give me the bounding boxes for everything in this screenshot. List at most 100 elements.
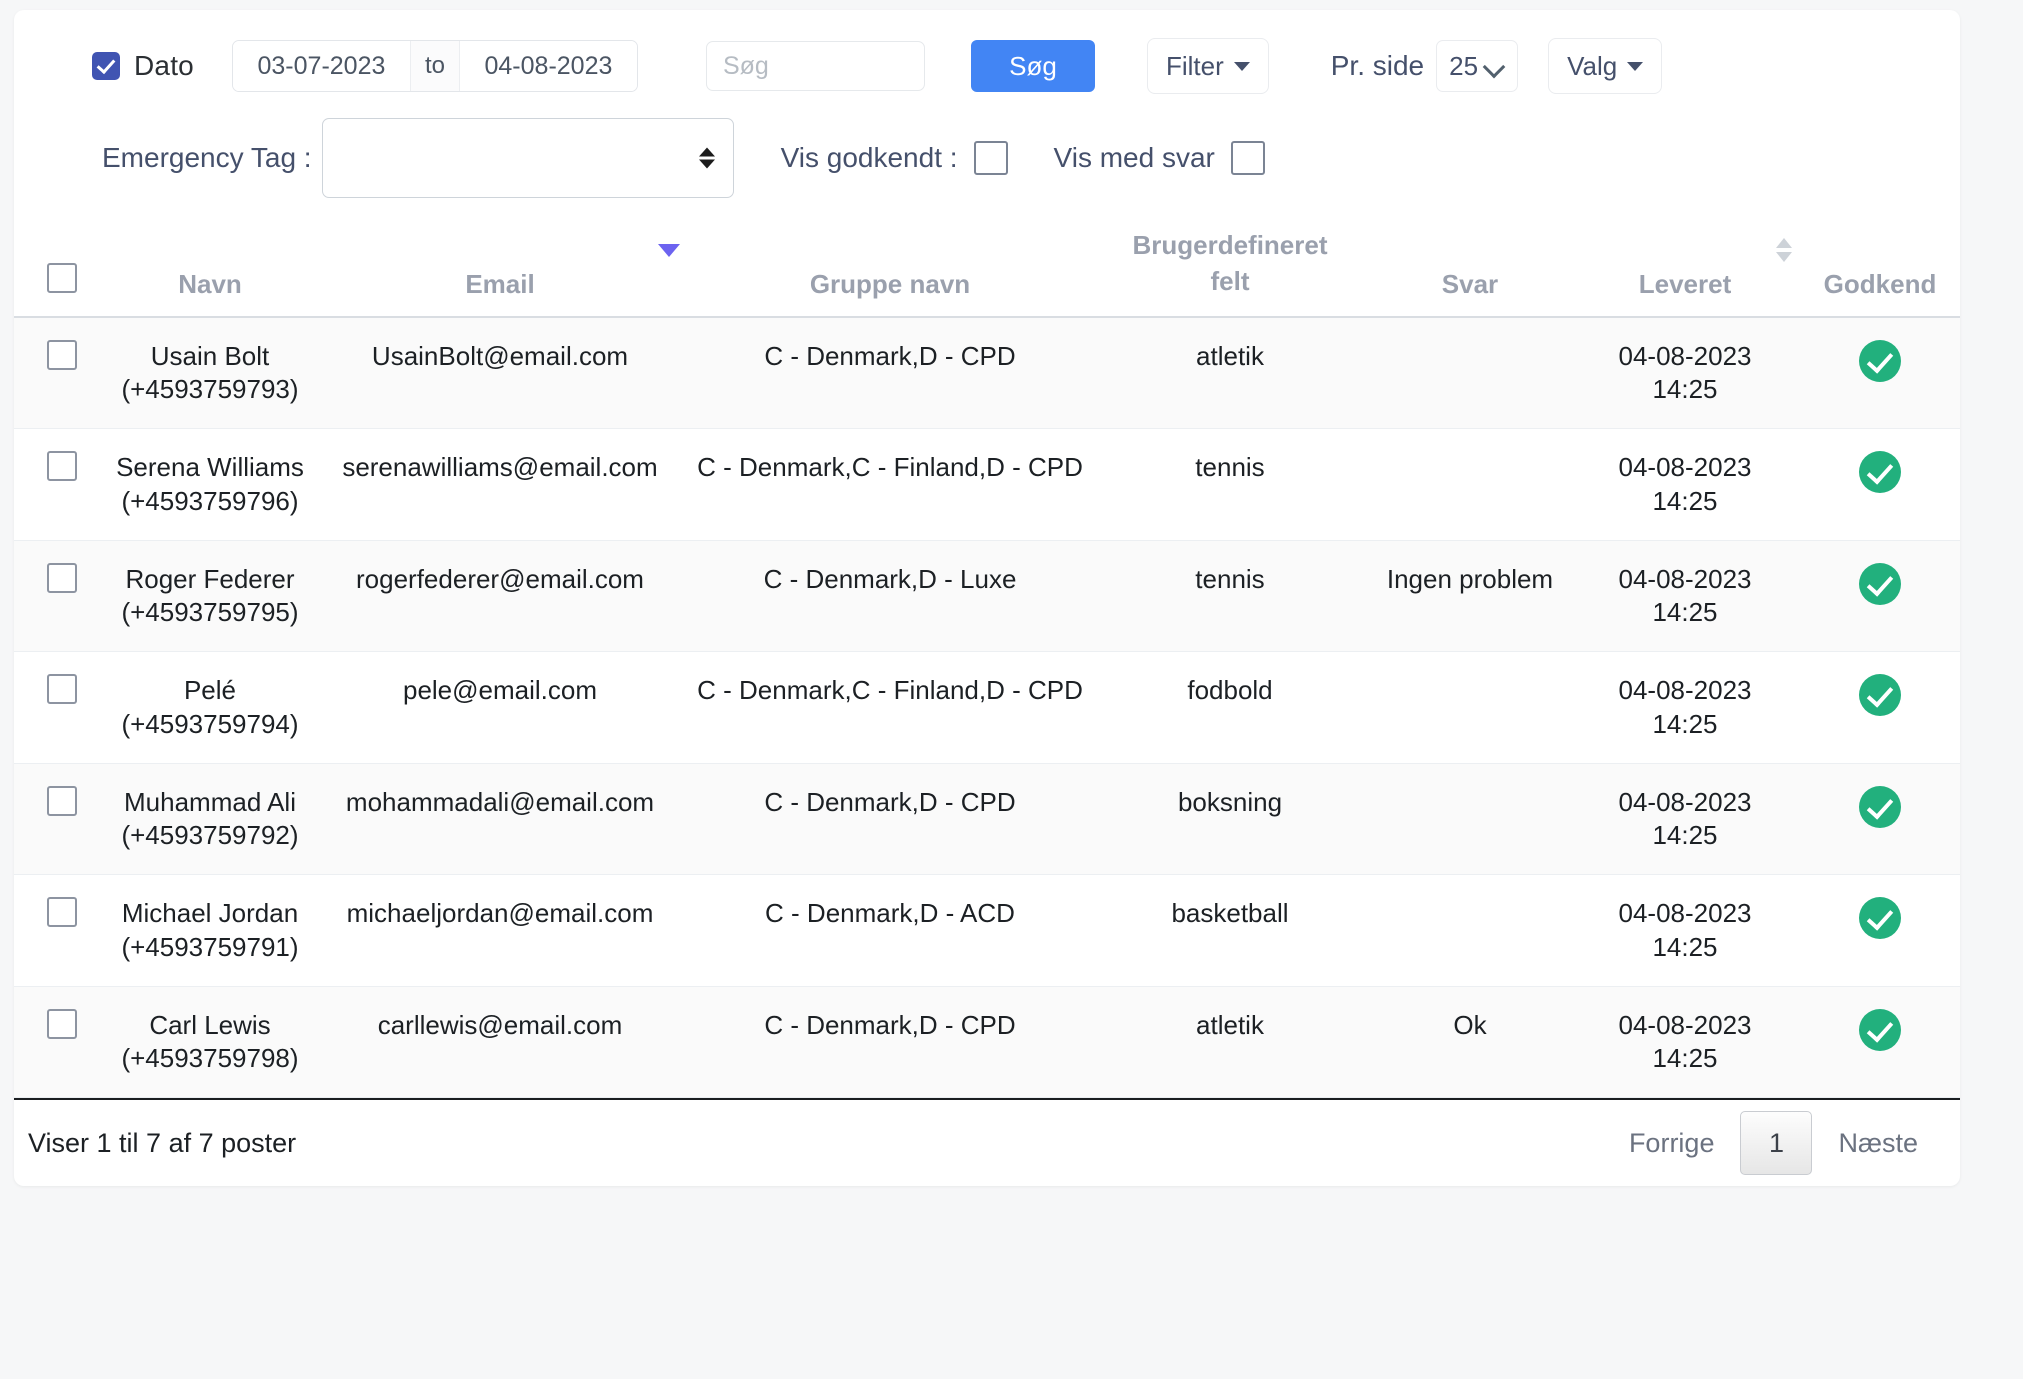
cell-leveret: 04-08-2023 14:25 [1570, 651, 1800, 764]
row-select-checkbox[interactable] [47, 1008, 77, 1039]
cell-navn: Usain Bolt (+4593759793) [110, 316, 310, 430]
select-all-header[interactable] [14, 218, 110, 318]
column-header-bdf-line2: felt [1210, 265, 1250, 296]
column-header-email[interactable]: Email [310, 218, 690, 318]
cell-godkend [1800, 874, 1960, 987]
approved-check-icon[interactable] [1859, 562, 1901, 605]
row-delivered-time: 14:25 [1652, 820, 1718, 851]
search-input[interactable] [705, 41, 925, 91]
cell-navn: Carl Lewis (+4593759798) [110, 986, 310, 1099]
records-card: Dato 03-07-2023 to 04-08-2023 Søg Filter… [14, 10, 1960, 1187]
date-to-input[interactable]: 04-08-2023 [459, 41, 637, 91]
approved-check-icon[interactable] [1859, 674, 1901, 717]
approved-check-icon[interactable] [1859, 897, 1901, 940]
cell-gruppe-navn: C - Denmark,D - CPD [690, 763, 1090, 876]
cell-svar [1370, 316, 1570, 430]
date-range-separator: to [409, 41, 460, 91]
table-body: Usain Bolt (+4593759793) UsainBolt@email.c… [14, 316, 1960, 1099]
row-group: C - Denmark,C - Finland,D - CPD [697, 452, 1083, 483]
cell-leveret: 04-08-2023 14:25 [1570, 540, 1800, 653]
column-header-gruppe-navn[interactable]: Gruppe navn [690, 218, 1090, 318]
row-select-cell [14, 428, 110, 541]
table-row[interactable]: Serena Williams (+4593759796) serenawillia… [14, 428, 1960, 541]
cell-svar: Ingen problem [1370, 540, 1570, 653]
row-select-cell [14, 763, 110, 876]
table-header-row: Navn Email Gruppe navn Brugerdefineret f… [14, 218, 1960, 318]
cell-brugerdefineret-felt: tennis [1090, 428, 1370, 541]
row-phone: (+4593759792) [121, 820, 299, 851]
row-delivered-time: 14:25 [1652, 1043, 1718, 1074]
filter-row-primary: Dato 03-07-2023 to 04-08-2023 Søg Filter… [40, 34, 1934, 98]
row-select-checkbox[interactable] [47, 897, 77, 928]
table-row[interactable]: Usain Bolt (+4593759793) UsainBolt@email.c… [14, 316, 1960, 430]
chevron-down-icon [1233, 61, 1250, 71]
table-row[interactable]: Michael Jordan (+4593759791) michaeljordan… [14, 874, 1960, 987]
column-header-navn[interactable]: Navn [110, 218, 310, 318]
pagination-next[interactable]: Næste [1812, 1128, 1946, 1159]
cell-svar [1370, 428, 1570, 541]
show-with-answer-checkbox[interactable] [1230, 141, 1265, 175]
column-header-svar[interactable]: Svar [1370, 218, 1570, 318]
select-all-checkbox[interactable] [47, 262, 77, 293]
row-group: C - Denmark,D - CPD [764, 340, 1016, 371]
approved-check-icon[interactable] [1859, 1008, 1901, 1051]
table-row[interactable]: Roger Federer (+4593759795) rogerfederer@e… [14, 540, 1960, 653]
row-select-cell [14, 874, 110, 987]
filter-toolbar: Dato 03-07-2023 to 04-08-2023 Søg Filter… [14, 10, 1960, 218]
cell-gruppe-navn: C - Denmark,D - CPD [690, 316, 1090, 430]
row-select-checkbox[interactable] [47, 339, 77, 370]
column-header-brugerdefineret-felt[interactable]: Brugerdefineret felt [1090, 218, 1370, 318]
date-filter-label: Dato [134, 50, 194, 81]
per-page-select[interactable]: 25 [1436, 40, 1519, 92]
row-select-cell [14, 316, 110, 430]
cell-navn: Serena Williams (+4593759796) [110, 428, 310, 541]
row-custom-field: atletik [1196, 340, 1264, 371]
cell-godkend [1800, 540, 1960, 653]
row-select-checkbox[interactable] [47, 451, 77, 482]
emergency-tag-select[interactable] [321, 118, 734, 198]
column-header-leveret-label: Leveret [1638, 268, 1732, 299]
search-button[interactable]: Søg [970, 40, 1095, 92]
row-custom-field: tennis [1195, 452, 1265, 483]
row-delivered-time: 14:25 [1652, 597, 1718, 628]
cell-leveret: 04-08-2023 14:25 [1570, 874, 1800, 987]
cell-navn: Michael Jordan (+4593759791) [110, 874, 310, 987]
show-with-answer-group: Vis med svar [1054, 141, 1265, 175]
sort-descending-icon [658, 244, 680, 257]
table-row[interactable]: Carl Lewis (+4593759798) carllewis@email.c… [14, 986, 1960, 1099]
row-delivered-date: 04-08-2023 [1618, 452, 1752, 483]
approved-check-icon[interactable] [1859, 339, 1901, 382]
show-approved-group: Vis godkendt : [781, 141, 1008, 175]
column-header-godkend[interactable]: Godkend [1800, 218, 1960, 318]
row-select-checkbox[interactable] [47, 562, 77, 593]
row-delivered-date: 04-08-2023 [1618, 340, 1752, 371]
filter-dropdown-button[interactable]: Filter [1146, 38, 1269, 94]
date-from-input[interactable]: 03-07-2023 [232, 41, 410, 91]
pagination-page-1[interactable]: 1 [1740, 1111, 1813, 1176]
cell-gruppe-navn: C - Denmark,C - Finland,D - CPD [690, 651, 1090, 764]
options-dropdown-button[interactable]: Valg [1548, 38, 1663, 94]
per-page-label: Pr. side [1330, 50, 1425, 81]
approved-check-icon[interactable] [1859, 451, 1901, 494]
row-select-checkbox[interactable] [47, 674, 77, 705]
cell-leveret: 04-08-2023 14:25 [1570, 763, 1800, 876]
row-group: C - Denmark,D - ACD [765, 898, 1015, 929]
records-table: Navn Email Gruppe navn Brugerdefineret f… [14, 218, 1960, 1099]
approved-check-icon[interactable] [1859, 785, 1901, 828]
show-approved-checkbox[interactable] [973, 141, 1008, 175]
row-email: UsainBolt@email.com [371, 340, 629, 371]
column-header-email-label: Email [465, 268, 535, 299]
pagination-previous[interactable]: Forrige [1603, 1128, 1741, 1159]
row-phone: (+4593759796) [121, 485, 299, 516]
records-summary: Viser 1 til 7 af 7 poster [28, 1127, 297, 1158]
row-select-cell [14, 986, 110, 1099]
row-delivered-time: 14:25 [1652, 708, 1718, 739]
table-row[interactable]: Muhammad Ali (+4593759792) mohammadali@ema… [14, 763, 1960, 876]
table-row[interactable]: Pelé (+4593759794) pele@email.com C - Denma… [14, 651, 1960, 764]
row-select-checkbox[interactable] [47, 785, 77, 816]
date-range-picker[interactable]: 03-07-2023 to 04-08-2023 [231, 40, 638, 92]
date-enable-checkbox[interactable] [92, 52, 120, 80]
row-email: mohammadali@email.com [345, 786, 655, 817]
sort-unsorted-icon [1776, 238, 1792, 262]
column-header-leveret[interactable]: Leveret [1570, 218, 1800, 318]
